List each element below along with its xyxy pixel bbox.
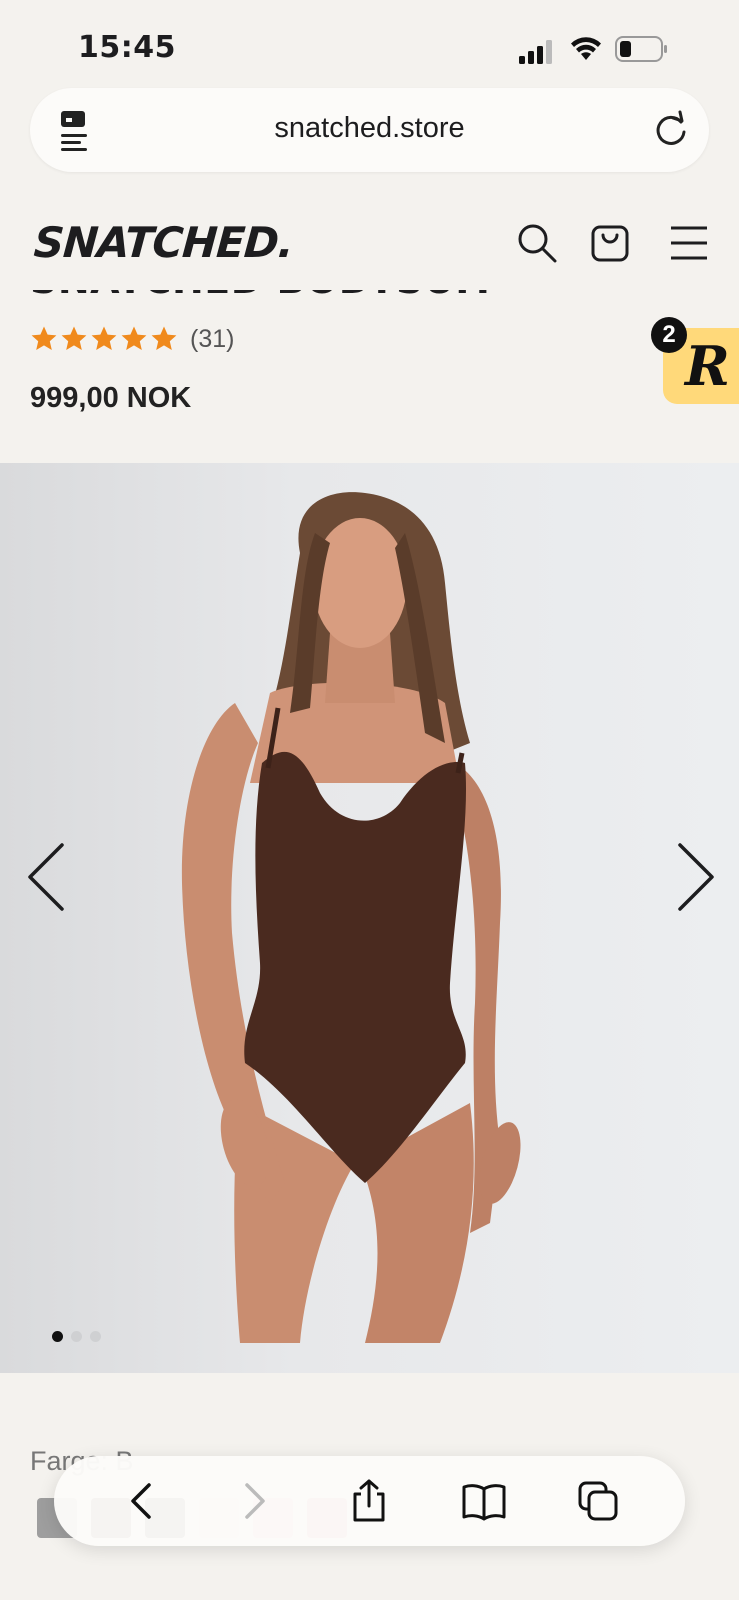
battery-icon xyxy=(615,36,667,62)
rating-stars xyxy=(30,325,178,353)
bookmarks-icon xyxy=(462,1484,506,1521)
previous-image-arrow[interactable] xyxy=(24,841,70,913)
share-icon xyxy=(353,1479,385,1522)
tabs-button[interactable] xyxy=(573,1476,623,1526)
star-icon xyxy=(151,326,177,350)
bookmarks-button[interactable] xyxy=(459,1476,509,1526)
star-icon xyxy=(91,326,117,350)
forward-button[interactable] xyxy=(230,1476,280,1526)
reload-icon[interactable] xyxy=(651,110,691,150)
menu-icon[interactable] xyxy=(668,222,710,264)
status-time: 15:45 xyxy=(78,30,176,65)
status-icons xyxy=(519,34,679,64)
back-icon xyxy=(131,1483,151,1519)
carousel-dots xyxy=(52,1331,101,1342)
search-icon[interactable] xyxy=(516,222,558,264)
next-image-arrow[interactable] xyxy=(672,841,718,913)
url-text[interactable]: snatched.store xyxy=(30,112,709,145)
product-price: 999,00 NOK xyxy=(30,382,192,414)
rewards-badge-count: 2 xyxy=(651,317,687,353)
browser-toolbar xyxy=(54,1456,685,1546)
forward-icon xyxy=(245,1483,266,1519)
product-photo xyxy=(181,492,521,1343)
signal-icon xyxy=(519,40,552,64)
status-bar: 15:45 xyxy=(0,0,739,90)
carousel-dot[interactable] xyxy=(52,1331,63,1342)
review-count[interactable]: (31) xyxy=(190,325,234,354)
star-icon xyxy=(31,326,57,350)
carousel-dot[interactable] xyxy=(90,1331,101,1342)
back-button[interactable] xyxy=(116,1476,166,1526)
wifi-icon xyxy=(571,37,601,60)
product-image-gallery[interactable] xyxy=(0,463,739,1373)
site-header: SNATCHED. xyxy=(0,190,739,290)
tabs-icon xyxy=(578,1481,618,1521)
share-button[interactable] xyxy=(344,1476,394,1526)
cart-icon[interactable] xyxy=(589,222,631,264)
rewards-badge-logo: R xyxy=(685,334,730,398)
star-icon xyxy=(61,326,87,350)
star-icon xyxy=(121,326,147,350)
address-bar[interactable]: snatched.store xyxy=(30,88,709,172)
site-logo[interactable]: SNATCHED. xyxy=(32,218,294,267)
product-rating[interactable]: (31) xyxy=(30,322,234,356)
carousel-dot[interactable] xyxy=(71,1331,82,1342)
